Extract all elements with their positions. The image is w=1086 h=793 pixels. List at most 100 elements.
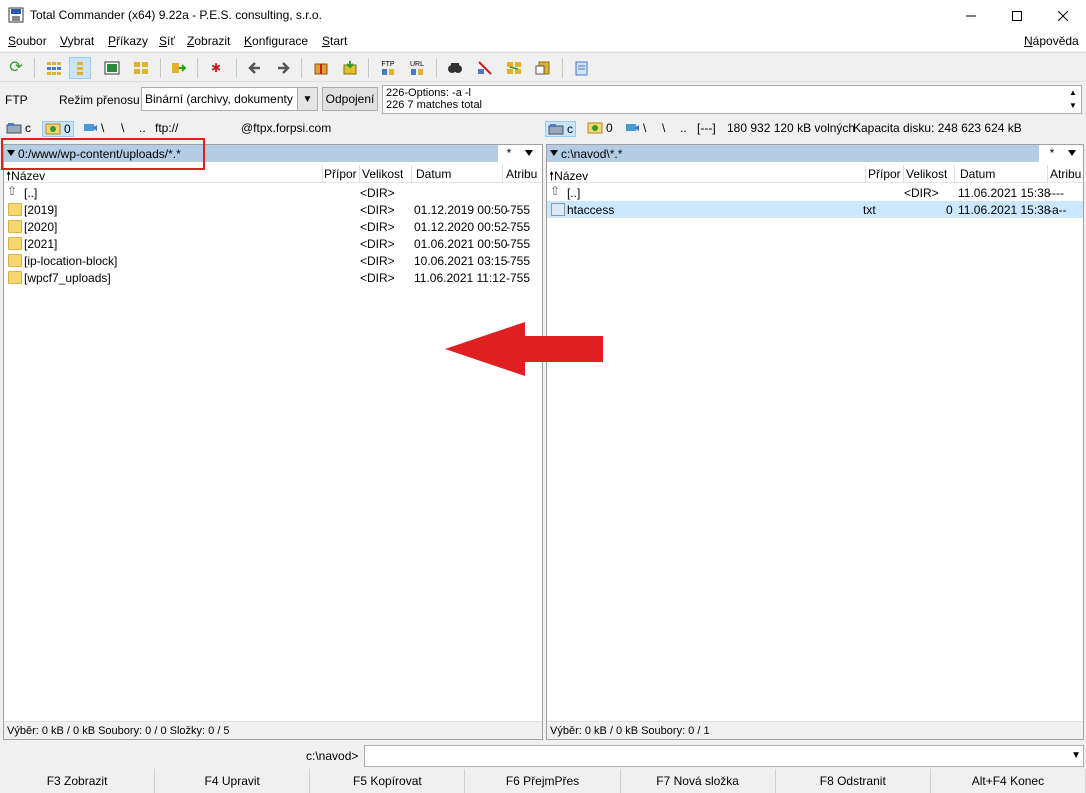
menu-napoveda[interactable]: Nápověda: [1024, 34, 1079, 48]
multi-rename-icon[interactable]: [474, 57, 496, 79]
full-view-icon[interactable]: [69, 57, 91, 79]
minimize-icon: [966, 15, 976, 16]
right-drive-bar: c 0 \ \ .. [---] 180 932 120 kB volných …: [543, 118, 1086, 140]
table-row[interactable]: [2019] <DIR> 01.12.2019 00:50 -755: [4, 201, 542, 218]
ftp-bar: FTP Režim přenosu Binární (archivy, doku…: [0, 83, 1086, 117]
menu-zobrazit[interactable]: Zobrazit: [187, 34, 230, 48]
drive-c-button[interactable]: c: [545, 121, 576, 137]
toolbar: ⟳ ✱ FTP URL: [0, 52, 1086, 82]
maximize-button[interactable]: [994, 0, 1040, 31]
f3-view-button[interactable]: F3 Zobrazit: [0, 769, 156, 793]
transfer-mode-select[interactable]: Binární (archivy, dokumenty ▼: [141, 87, 318, 111]
parent-dir-icon: ⇧: [7, 184, 18, 198]
filter-button[interactable]: *: [1042, 144, 1062, 161]
thumbnails-icon[interactable]: [101, 57, 123, 79]
copy-names-icon[interactable]: [532, 57, 554, 79]
f5-copy-button[interactable]: F5 Kopírovat: [310, 769, 466, 793]
f8-delete-button[interactable]: F8 Odstranit: [775, 769, 931, 793]
drive-0-button[interactable]: 0: [42, 121, 74, 137]
network-button[interactable]: \: [82, 121, 104, 135]
menu-start[interactable]: Start: [322, 34, 347, 48]
select-icon[interactable]: ✱: [205, 57, 227, 79]
title-bar: Total Commander (x64) 9.22a - P.E.S. con…: [0, 0, 1086, 31]
highlight-annotation: [1, 138, 205, 170]
url-connect-icon[interactable]: URL: [406, 57, 428, 79]
log-scrollbar[interactable]: ▲ ▼: [1065, 86, 1081, 113]
parent-button[interactable]: ..: [680, 121, 687, 135]
f7-new-folder-button[interactable]: F7 Nová složka: [620, 769, 776, 793]
transfer-mode-label: Režim přenosu: [59, 93, 140, 107]
column-ext[interactable]: Přípor: [868, 167, 901, 181]
table-row[interactable]: [2021] <DIR> 01.06.2021 00:50 -755: [4, 235, 542, 252]
function-key-bar: F3 Zobrazit F4 Upravit F5 Kopírovat F6 P…: [0, 769, 1086, 793]
back-icon[interactable]: [244, 57, 266, 79]
notepad-icon[interactable]: [571, 57, 593, 79]
drive-c-button[interactable]: c: [6, 121, 31, 135]
sync-dirs-icon[interactable]: [503, 57, 525, 79]
forward-icon[interactable]: [272, 57, 294, 79]
table-row[interactable]: [2020] <DIR> 01.12.2020 00:52 -755: [4, 218, 542, 235]
unpack-icon[interactable]: [339, 57, 361, 79]
folder-icon: [8, 271, 22, 284]
right-panel[interactable]: c:\navod\*.* 🠕Název Přípor Velikost Datu…: [546, 144, 1084, 740]
right-path-bar[interactable]: c:\navod\*.*: [547, 145, 1039, 162]
minimize-button[interactable]: [948, 0, 994, 31]
compare-dirs-icon[interactable]: [167, 57, 189, 79]
network-button[interactable]: \: [624, 121, 646, 135]
column-ext[interactable]: Přípor: [324, 167, 357, 181]
pack-icon[interactable]: [310, 57, 332, 79]
right-status-bar: Výběr: 0 kB / 0 kB Soubory: 0 / 1: [547, 721, 1083, 739]
table-row[interactable]: ⇧ [..] <DIR> 11.06.2021 15:38 ----: [547, 184, 1083, 201]
refresh-icon[interactable]: ⟳: [5, 57, 27, 79]
menu-bar: Soubor Vybrat Příkazy Síť Zobrazit Konfi…: [0, 31, 1086, 51]
command-input[interactable]: ▼: [364, 745, 1084, 767]
transfer-mode-value: Binární (archivy, dokumenty: [145, 92, 293, 106]
table-row[interactable]: ⇧ [..] <DIR>: [4, 184, 542, 201]
column-attr[interactable]: Atribu: [506, 167, 542, 181]
altf4-exit-button[interactable]: Alt+F4 Konec: [930, 769, 1086, 793]
root-button[interactable]: \: [662, 121, 665, 135]
network-icon: [626, 124, 639, 131]
left-panel[interactable]: 0:/www/wp-content/uploads/*.* 🠕Název Pří…: [3, 144, 543, 740]
filter-button[interactable]: *: [499, 144, 519, 161]
history-button[interactable]: [519, 144, 539, 161]
log-line: 226-Options: -a -l: [386, 87, 471, 99]
ftp-drive-icon: [587, 122, 603, 134]
column-size[interactable]: Velikost: [906, 167, 947, 181]
f6-move-button[interactable]: F6 PřejmPřes: [465, 769, 621, 793]
menu-konfigurace[interactable]: Konfigurace: [244, 34, 308, 48]
tree-view-icon[interactable]: [130, 57, 152, 79]
column-attr[interactable]: Atribu: [1050, 167, 1084, 181]
right-file-list: ⇧ [..] <DIR> 11.06.2021 15:38 ---- htacc…: [547, 184, 1083, 218]
menu-vybrat[interactable]: Vybrat: [60, 34, 94, 48]
command-path: c:\navod>: [306, 749, 359, 763]
ftp-connect-icon[interactable]: FTP: [377, 57, 399, 79]
table-row[interactable]: [wpcf7_uploads] <DIR> 11.06.2021 11:12 -…: [4, 269, 542, 286]
ftp-log[interactable]: 226-Options: -a -l 226 7 matches total ▲…: [382, 85, 1082, 114]
folder-icon: [8, 237, 22, 250]
root-button[interactable]: \: [121, 121, 124, 135]
disconnect-button[interactable]: Odpojení: [322, 87, 378, 111]
app-icon: [8, 7, 24, 23]
brief-view-icon[interactable]: [43, 57, 65, 79]
parent-button[interactable]: ..: [139, 121, 146, 135]
column-size[interactable]: Velikost: [362, 167, 403, 181]
column-date[interactable]: Datum: [960, 167, 995, 181]
left-drive-bar: c 0 \ \ .. ftp:// @ftpx.forpsi.com: [0, 118, 543, 140]
f4-edit-button[interactable]: F4 Upravit: [155, 769, 311, 793]
column-date[interactable]: Datum: [416, 167, 451, 181]
table-row[interactable]: htaccess txt 0 11.06.2021 15:38 -a--: [547, 201, 1083, 218]
window-title: Total Commander (x64) 9.22a - P.E.S. con…: [30, 8, 322, 22]
ftp-label: FTP: [5, 93, 28, 107]
menu-prikazy[interactable]: Příkazy: [108, 34, 148, 48]
left-status-bar: Výběr: 0 kB / 0 kB Soubory: 0 / 0 Složky…: [4, 721, 542, 739]
menu-sit[interactable]: Síť: [159, 34, 175, 48]
table-row[interactable]: [ip-location-block] <DIR> 10.06.2021 03:…: [4, 252, 542, 269]
drive-icon: [548, 124, 564, 135]
history-button[interactable]: [1062, 144, 1082, 161]
ftp-host: @ftpx.forpsi.com: [241, 121, 332, 135]
close-button[interactable]: [1040, 0, 1086, 31]
menu-soubor[interactable]: Soubor: [8, 34, 47, 48]
search-icon[interactable]: [444, 57, 466, 79]
drive-0-button[interactable]: 0: [587, 121, 613, 135]
